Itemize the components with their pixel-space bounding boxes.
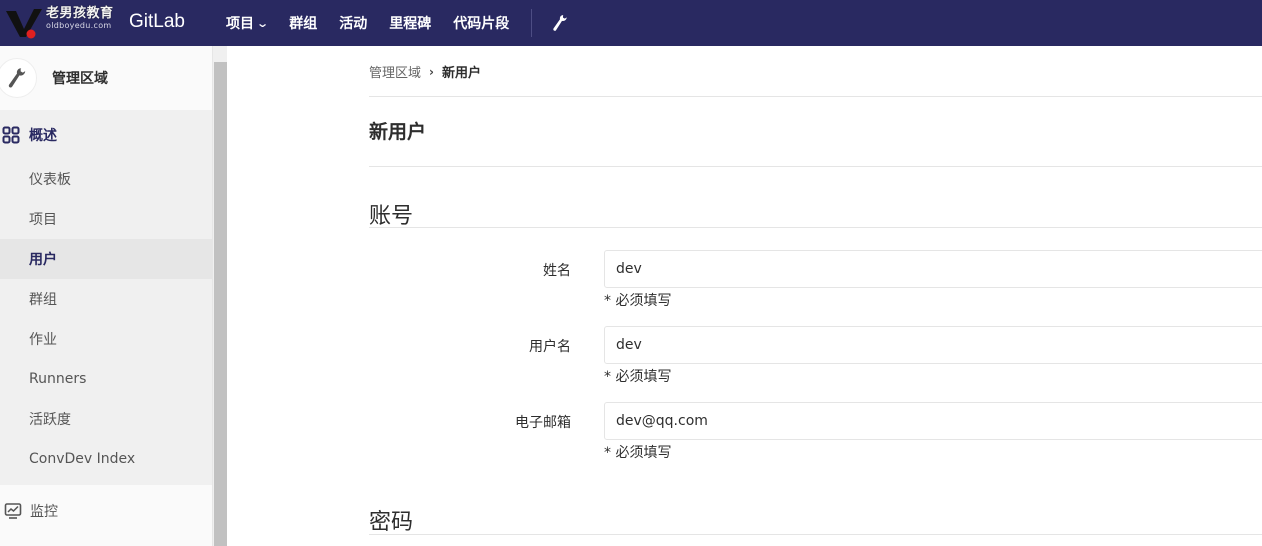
sidebar-item-dashboard[interactable]: 仪表板 <box>0 159 212 199</box>
nav-projects-label: 项目 <box>226 16 254 32</box>
sidebar-title: 管理区域 <box>52 71 108 87</box>
monitor-chart-icon <box>4 503 22 519</box>
nav-milestones-label: 里程碑 <box>389 16 432 32</box>
sidebar-item-convdev-index[interactable]: ConvDev Index <box>0 439 212 479</box>
sidebar-item-groups[interactable]: 群组 <box>0 279 212 319</box>
breadcrumb-parent[interactable]: 管理区域 <box>369 62 421 81</box>
username-required-hint: * 必须填写 <box>604 369 672 385</box>
name-required-hint: * 必须填写 <box>604 293 672 309</box>
nav-projects[interactable]: 项目 ⌄ <box>226 13 270 33</box>
brand-name[interactable]: GitLab <box>129 11 185 33</box>
section-title-account: 账号 <box>369 204 414 229</box>
nav-activity[interactable]: 活动 <box>339 13 367 33</box>
divider <box>369 166 1262 167</box>
sidebar-item-users[interactable]: 用户 <box>0 239 212 279</box>
sidebar-group-overview: 概述 仪表板 项目 用户 群组 作业 Runners 活跃度 ConvDev I… <box>0 110 212 485</box>
section-title-password: 密码 <box>369 510 414 535</box>
wrench-icon[interactable] <box>552 14 568 32</box>
watermark: 老男孩教育 oldboyedu.com <box>46 7 122 30</box>
sidebar-item-label: ConvDev Index <box>29 451 136 467</box>
sidebar-item-overview[interactable]: 概述 <box>0 110 212 159</box>
sidebar: 管理区域 概述 仪表板 项目 用户 群组 作业 Runners 活跃度 Conv… <box>0 46 212 546</box>
top-nav: 项目 ⌄ 群组 活动 里程碑 代码片段 <box>226 0 568 46</box>
email-required-hint: * 必须填写 <box>604 445 672 461</box>
sidebar-item-monitoring-label: 监控 <box>30 504 58 520</box>
watermark-url: oldboyedu.com <box>46 21 112 30</box>
sidebar-item-jobs[interactable]: 作业 <box>0 319 212 359</box>
sidebar-item-runners[interactable]: Runners <box>0 359 212 399</box>
sidebar-item-label: Runners <box>29 371 87 387</box>
sidebar-item-overview-label: 概述 <box>29 127 57 144</box>
nav-snippets[interactable]: 代码片段 <box>453 13 509 33</box>
sidebar-header[interactable]: 管理区域 <box>0 46 212 110</box>
nav-snippets-label: 代码片段 <box>453 16 510 32</box>
scrollbar-thumb[interactable] <box>214 62 227 546</box>
nav-milestones[interactable]: 里程碑 <box>389 13 431 33</box>
nav-activity-label: 活动 <box>339 16 368 32</box>
nav-groups-label: 群组 <box>289 16 318 32</box>
email-field[interactable] <box>604 402 1262 440</box>
sidebar-item-projects[interactable]: 项目 <box>0 199 212 239</box>
email-label: 电子邮箱 <box>515 415 571 431</box>
divider <box>369 227 1262 228</box>
sidebar-item-label: 群组 <box>29 292 57 308</box>
divider <box>369 534 1262 535</box>
name-label: 姓名 <box>543 263 571 279</box>
chevron-down-icon: ⌄ <box>256 16 270 30</box>
sidebar-scrollbar[interactable] <box>212 46 227 546</box>
admin-avatar <box>0 58 37 98</box>
wrench-icon <box>8 68 26 88</box>
watermark-text: 老男孩教育 <box>46 6 114 21</box>
top-navbar: 老男孩教育 oldboyedu.com GitLab 项目 ⌄ 群组 活动 里程… <box>0 0 1262 46</box>
grid-icon <box>2 126 20 143</box>
sidebar-item-label: 仪表板 <box>29 172 71 188</box>
nav-groups[interactable]: 群组 <box>289 13 317 33</box>
breadcrumb: 管理区域 › 新用户 <box>369 62 481 82</box>
sidebar-item-label: 作业 <box>29 332 57 348</box>
username-label: 用户名 <box>529 339 571 355</box>
divider <box>369 96 1262 97</box>
page-title: 新用户 <box>369 121 427 143</box>
username-field[interactable] <box>604 326 1262 364</box>
sidebar-item-label: 活跃度 <box>29 412 71 428</box>
chevron-right-icon: › <box>429 64 434 79</box>
sidebar-item-activity[interactable]: 活跃度 <box>0 399 212 439</box>
sidebar-item-monitoring[interactable]: 监控 <box>0 485 212 537</box>
sidebar-item-label: 用户 <box>29 252 57 268</box>
nav-divider <box>531 9 533 37</box>
brand-logo-icon[interactable] <box>4 7 44 39</box>
name-field[interactable] <box>604 250 1262 288</box>
sidebar-item-label: 项目 <box>29 212 57 228</box>
breadcrumb-current[interactable]: 新用户 <box>442 62 481 81</box>
